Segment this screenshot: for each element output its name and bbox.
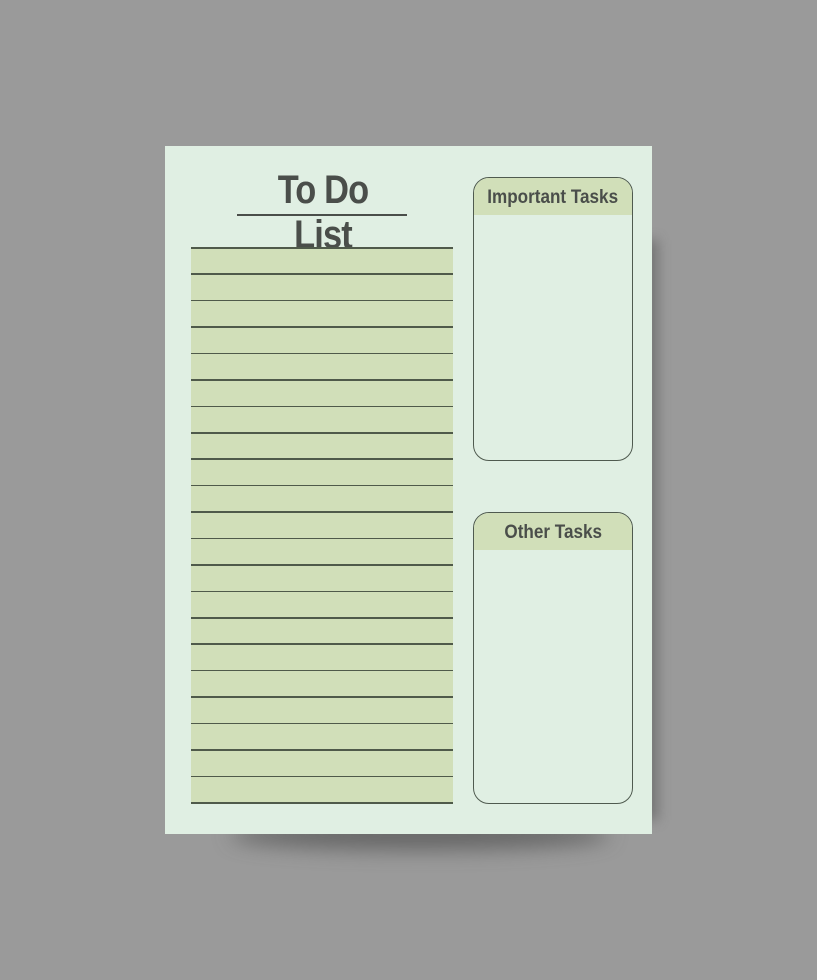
todo-line <box>191 326 453 328</box>
todo-line <box>191 696 453 698</box>
important-tasks-header: Important Tasks <box>474 178 632 215</box>
todo-line <box>191 432 453 434</box>
todo-line <box>191 352 453 355</box>
todo-line <box>191 511 453 513</box>
todo-line <box>191 484 453 487</box>
other-tasks-label: Other Tasks <box>504 522 602 543</box>
todo-line <box>191 590 453 593</box>
page-title: To Do List <box>277 168 369 257</box>
title-underline <box>237 214 407 216</box>
todo-line <box>191 405 453 408</box>
todo-line <box>191 802 453 804</box>
other-tasks-header: Other Tasks <box>474 513 632 550</box>
todo-line <box>191 775 453 778</box>
todo-line <box>191 643 453 645</box>
planner-page: To Do List Important Tasks Other Tasks <box>165 146 652 834</box>
todo-line <box>191 247 453 249</box>
other-tasks-box[interactable]: Other Tasks <box>473 512 633 804</box>
todo-line <box>191 458 453 460</box>
todo-line <box>191 564 453 566</box>
todo-lines-area[interactable] <box>191 247 453 804</box>
todo-line <box>191 669 453 672</box>
todo-line <box>191 722 453 725</box>
todo-line <box>191 537 453 540</box>
todo-line <box>191 749 453 751</box>
todo-line <box>191 299 453 302</box>
todo-line <box>191 273 453 275</box>
important-tasks-label: Important Tasks <box>487 187 619 208</box>
todo-line <box>191 617 453 619</box>
todo-line <box>191 379 453 381</box>
important-tasks-box[interactable]: Important Tasks <box>473 177 633 461</box>
